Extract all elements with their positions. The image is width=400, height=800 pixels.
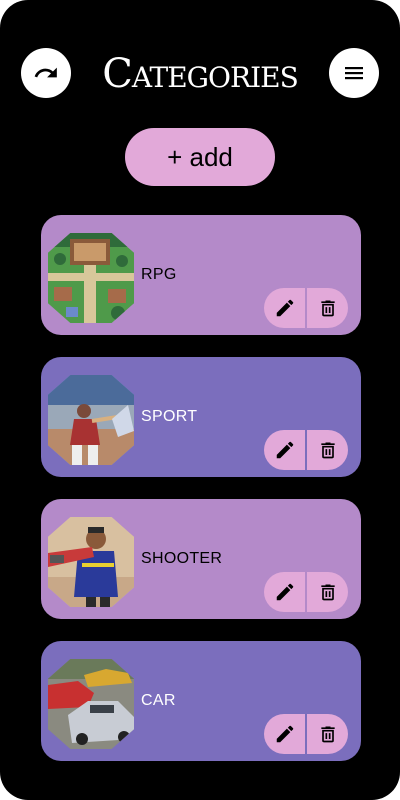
menu-button[interactable] bbox=[329, 48, 379, 98]
back-button[interactable] bbox=[21, 48, 71, 98]
category-thumbnail bbox=[48, 659, 134, 749]
trash-icon bbox=[320, 300, 335, 317]
edit-button[interactable] bbox=[264, 288, 305, 328]
category-card-sport[interactable]: SPORT bbox=[41, 357, 361, 477]
delete-button[interactable] bbox=[307, 714, 348, 754]
pencil-icon bbox=[276, 299, 293, 317]
trash-icon bbox=[320, 726, 335, 743]
card-actions bbox=[264, 714, 348, 754]
category-thumbnail bbox=[48, 517, 134, 607]
pencil-icon bbox=[276, 725, 293, 743]
trash-icon bbox=[320, 584, 335, 601]
baseball-player-thumbnail bbox=[48, 375, 134, 465]
delete-button[interactable] bbox=[307, 430, 348, 470]
category-label: CAR bbox=[141, 692, 176, 709]
shooter-character-thumbnail bbox=[48, 517, 134, 607]
category-label: SHOOTER bbox=[141, 550, 223, 567]
sports-cars-thumbnail bbox=[48, 659, 134, 749]
edit-button[interactable] bbox=[264, 714, 305, 754]
card-actions bbox=[264, 288, 348, 328]
add-category-button[interactable]: + add bbox=[125, 128, 275, 186]
category-card-car[interactable]: CAR bbox=[41, 641, 361, 761]
category-card-shooter[interactable]: SHOOTER bbox=[41, 499, 361, 619]
delete-button[interactable] bbox=[307, 572, 348, 612]
edit-button[interactable] bbox=[264, 572, 305, 612]
undo-arrow-icon bbox=[34, 67, 57, 78]
delete-button[interactable] bbox=[307, 288, 348, 328]
pencil-icon bbox=[276, 583, 293, 601]
card-actions bbox=[264, 572, 348, 612]
category-label: RPG bbox=[141, 266, 177, 283]
pixel-rpg-village-thumbnail bbox=[48, 233, 134, 323]
edit-button[interactable] bbox=[264, 430, 305, 470]
category-thumbnail bbox=[48, 233, 134, 323]
trash-icon bbox=[320, 442, 335, 459]
app-screen: Categories + add RPG SPORT SHOOTER CAR bbox=[0, 0, 400, 800]
category-thumbnail bbox=[48, 375, 134, 465]
page-title: Categories bbox=[102, 51, 299, 97]
category-label: SPORT bbox=[141, 408, 198, 425]
pencil-icon bbox=[276, 441, 293, 459]
card-actions bbox=[264, 430, 348, 470]
category-card-rpg[interactable]: RPG bbox=[41, 215, 361, 335]
hamburger-menu-icon bbox=[345, 67, 363, 80]
